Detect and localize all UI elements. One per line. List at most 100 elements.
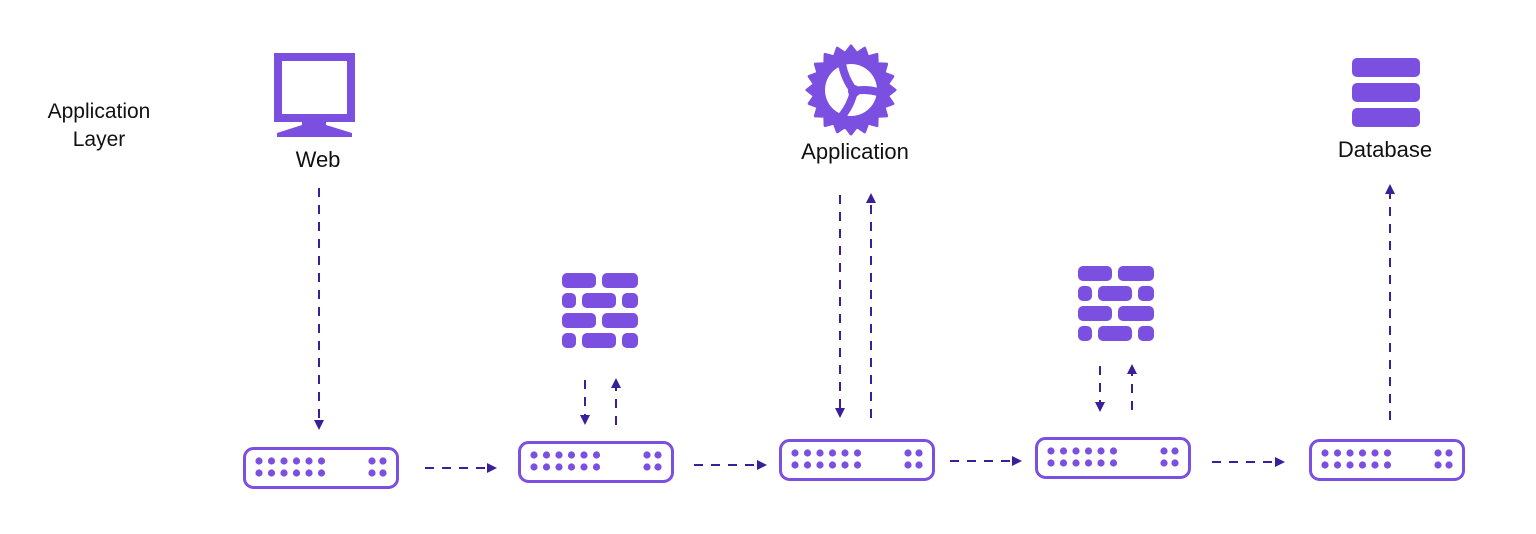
application-label: Application: [801, 139, 909, 164]
switch-port: [841, 461, 849, 469]
switch-port: [1084, 459, 1093, 467]
switch-port: [1084, 447, 1093, 455]
firewall-2[interactable]: [1078, 266, 1154, 341]
switch-uplink-port: [1160, 447, 1168, 455]
network-diagram: Application Layer Web Application Databa…: [48, 44, 1465, 489]
firewall-brick: [602, 273, 638, 288]
switch-port: [1321, 461, 1329, 469]
firewall-brick: [1078, 326, 1092, 341]
switch-port: [1383, 461, 1392, 469]
switch-port: [853, 449, 862, 457]
switch-uplink-port: [915, 461, 923, 469]
switch-3[interactable]: [779, 439, 935, 481]
firewall-brick: [1098, 286, 1132, 301]
switch-port: [567, 463, 576, 471]
database-label: Database: [1338, 137, 1432, 162]
switch-port: [1346, 461, 1354, 469]
web-label: Web: [296, 147, 341, 172]
switch-port: [816, 449, 824, 457]
switch-uplink-port: [904, 449, 912, 457]
switch-port: [1072, 447, 1080, 455]
firewall-brick: [602, 313, 638, 328]
switch-port: [530, 463, 538, 471]
switch-port: [567, 451, 576, 459]
switch-port: [542, 451, 551, 459]
switch-port: [803, 449, 812, 457]
gear-icon: [805, 44, 897, 136]
switch-uplink-port: [379, 457, 387, 465]
switch-port: [791, 449, 799, 457]
switch-uplink-port: [654, 463, 662, 471]
switch-1[interactable]: [243, 447, 399, 489]
switch-port: [305, 469, 313, 477]
switch-port: [1047, 459, 1055, 467]
switch-port: [1072, 459, 1080, 467]
switch-port: [1358, 461, 1367, 469]
firewall-brick: [1138, 326, 1154, 341]
switch-4[interactable]: [1035, 437, 1191, 479]
switch-port: [555, 463, 563, 471]
switch-port: [803, 461, 812, 469]
switch-port: [1059, 459, 1068, 467]
switch-port: [317, 469, 326, 477]
switch-port: [292, 469, 301, 477]
switch-port: [1371, 449, 1379, 457]
switch-port: [1358, 449, 1367, 457]
firewall-brick: [582, 293, 616, 308]
switch-uplink-port: [1434, 461, 1442, 469]
firewall-1[interactable]: [562, 273, 638, 348]
switch-frame: [243, 447, 399, 489]
switch-uplink-port: [368, 457, 376, 465]
switch-frame: [779, 439, 935, 481]
firewall-brick: [622, 293, 638, 308]
switch-uplink-port: [1171, 447, 1179, 455]
layer-label-line2: Layer: [73, 128, 126, 151]
firewall-brick: [622, 333, 638, 348]
switch-port: [267, 457, 276, 465]
firewall-brick: [1118, 266, 1154, 281]
switch-uplink-port: [915, 449, 923, 457]
switch-2[interactable]: [518, 441, 674, 483]
switch-uplink-port: [1160, 459, 1168, 467]
switch-port: [1097, 447, 1105, 455]
firewall-brick: [1118, 306, 1154, 321]
switch-uplink-port: [643, 463, 651, 471]
switch-uplink-port: [1445, 449, 1453, 457]
switch-uplink-port: [368, 469, 376, 477]
firewall-brick: [562, 313, 596, 328]
switch-port: [592, 463, 601, 471]
switch-port: [791, 461, 799, 469]
switch-port: [1109, 447, 1118, 455]
switch-port: [1371, 461, 1379, 469]
switch-5[interactable]: [1309, 439, 1465, 481]
switch-uplink-port: [1445, 461, 1453, 469]
database-node[interactable]: Database: [1338, 58, 1432, 162]
switch-port: [580, 463, 588, 471]
switch-port: [292, 457, 301, 465]
firewall-brick: [1078, 306, 1112, 321]
switch-uplink-port: [904, 461, 912, 469]
switch-port: [828, 449, 837, 457]
switch-port: [1333, 449, 1342, 457]
switch-port: [542, 463, 551, 471]
switch-port: [530, 451, 538, 459]
switch-port: [280, 469, 288, 477]
switch-port: [816, 461, 824, 469]
switch-frame: [1035, 437, 1191, 479]
layer-label-line1: Application: [48, 100, 151, 123]
web-node[interactable]: Web: [274, 53, 355, 172]
switch-port: [1097, 459, 1105, 467]
switch-uplink-port: [1171, 459, 1179, 467]
switch-uplink-port: [1434, 449, 1442, 457]
firewall-brick: [1078, 286, 1092, 301]
application-node[interactable]: Application: [801, 44, 909, 164]
firewall-icon: [1078, 266, 1154, 341]
switch-port: [1346, 449, 1354, 457]
switch-port: [1047, 447, 1055, 455]
switch-port: [1321, 449, 1329, 457]
switch-port: [828, 461, 837, 469]
switch-port: [580, 451, 588, 459]
switch-port: [1333, 461, 1342, 469]
firewall-brick: [562, 293, 576, 308]
firewall-brick: [582, 333, 616, 348]
